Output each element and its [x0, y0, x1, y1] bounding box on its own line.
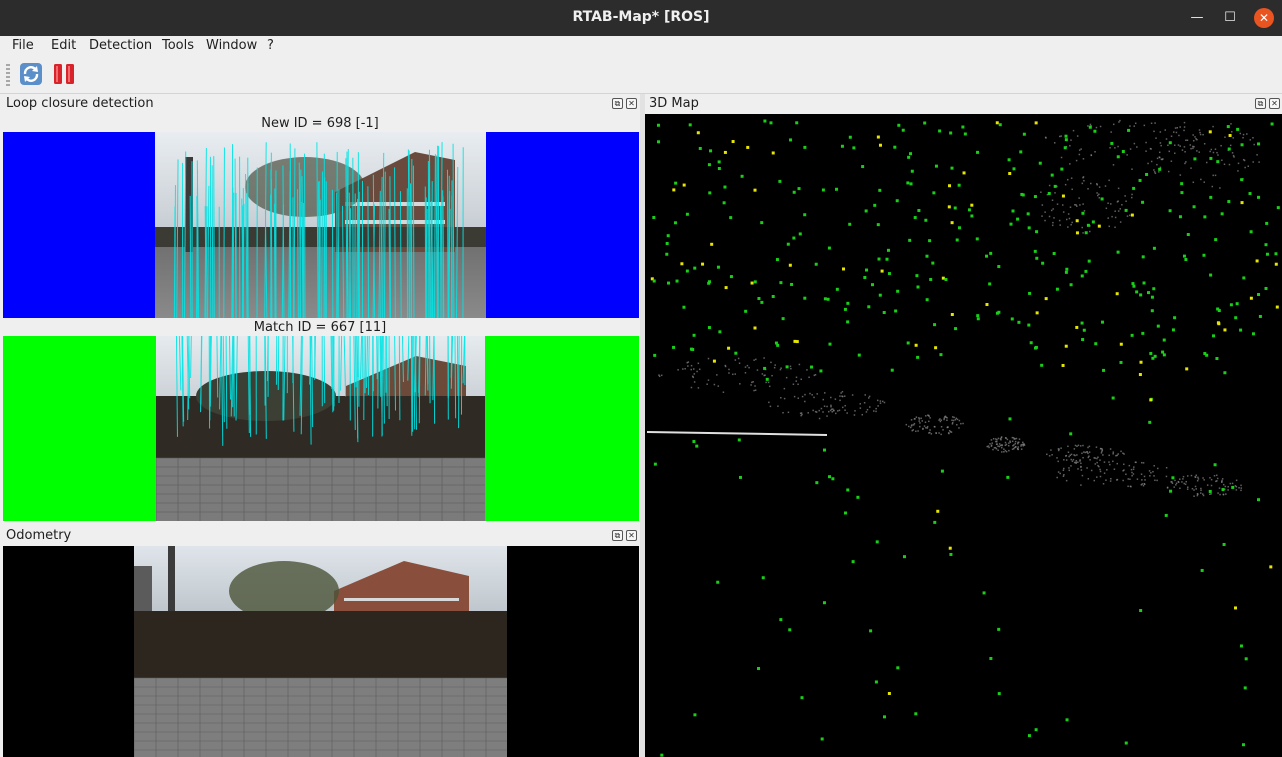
loop-closure-title: Loop closure detection	[6, 96, 154, 111]
odometry-dock-title: Odometry ⧉ ✕	[0, 526, 640, 546]
minimize-button[interactable]: —	[1187, 8, 1207, 28]
map3d-view[interactable]	[645, 114, 1282, 757]
window-title: RTAB-Map* [ROS]	[572, 9, 710, 25]
float-dock-icon[interactable]: ⧉	[1255, 98, 1266, 109]
loop-closure-dock-title: Loop closure detection ⧉ ✕	[0, 94, 640, 114]
close-dock-icon[interactable]: ✕	[626, 98, 637, 109]
new-camera-image	[155, 132, 486, 318]
refresh-icon	[20, 63, 42, 85]
map3d-title: 3D Map	[649, 96, 699, 111]
close-dock-icon[interactable]: ✕	[1269, 98, 1280, 109]
map3d-dock-title: 3D Map ⧉ ✕	[645, 94, 1282, 114]
match-image-view[interactable]	[3, 336, 639, 521]
new-image-view[interactable]	[3, 132, 639, 318]
odometry-image-view[interactable]	[3, 546, 639, 757]
close-dock-icon[interactable]: ✕	[626, 530, 637, 541]
odometry-camera-image	[134, 546, 507, 757]
odometry-title: Odometry	[6, 528, 72, 543]
menu-help[interactable]: ?	[267, 38, 274, 53]
match-camera-image	[156, 336, 485, 521]
refresh-button[interactable]	[19, 62, 43, 86]
float-dock-icon[interactable]: ⧉	[612, 98, 623, 109]
menu-file[interactable]: File	[12, 38, 34, 53]
pause-button[interactable]	[52, 62, 76, 86]
maximize-button[interactable]: ☐	[1220, 8, 1240, 28]
pause-icon	[54, 64, 74, 84]
new-id-caption: New ID = 698 [-1]	[261, 116, 379, 131]
menu-edit[interactable]: Edit	[51, 38, 76, 53]
menu-tools[interactable]: Tools	[162, 38, 194, 53]
menu-window[interactable]: Window	[206, 38, 257, 53]
match-id-caption: Match ID = 667 [11]	[253, 320, 387, 335]
toolbar	[0, 56, 1282, 94]
title-bar: RTAB-Map* [ROS] — ☐ ✕	[0, 0, 1282, 36]
menu-detection[interactable]: Detection	[89, 38, 152, 53]
toolbar-grip[interactable]	[6, 64, 10, 86]
point-cloud-canvas	[646, 119, 1280, 757]
menu-bar: File Edit Detection Tools Window ?	[0, 36, 1282, 56]
float-dock-icon[interactable]: ⧉	[612, 530, 623, 541]
close-window-button[interactable]: ✕	[1254, 8, 1274, 28]
